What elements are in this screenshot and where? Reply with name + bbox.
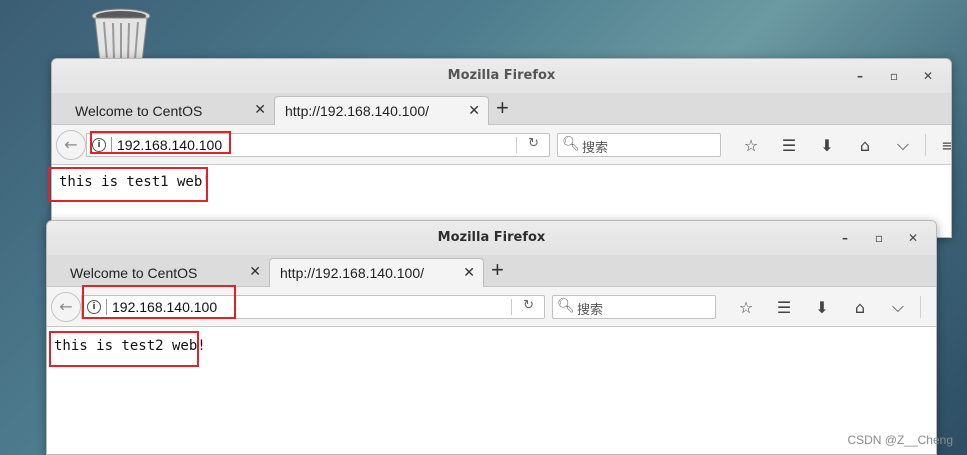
close-tab-icon[interactable]: ✕ (468, 102, 480, 119)
new-tab-button[interactable]: + (491, 257, 504, 283)
search-input[interactable]: 🔍︎ 搜索 (552, 295, 716, 319)
divider (516, 137, 517, 153)
pocket-icon[interactable]: ⌵ (879, 297, 917, 317)
home-icon[interactable]: ⌂ (841, 298, 879, 317)
toolbar-icons: ☆ ☰ ⬇ ⌂ ⌵ ≡ (732, 125, 951, 165)
minimize-button[interactable]: – (828, 221, 862, 255)
pocket-icon[interactable]: ⌵ (884, 135, 922, 155)
reading-list-icon[interactable]: ☰ (765, 298, 803, 317)
search-placeholder: 搜索 (577, 303, 604, 318)
minimize-button[interactable]: – (843, 59, 877, 93)
title-bar[interactable]: Mozilla Firefox – ▫ ✕ (47, 221, 936, 255)
bookmark-star-icon[interactable]: ☆ (732, 136, 770, 155)
tab-welcome-centos[interactable]: Welcome to CentOS ✕ (47, 258, 269, 287)
divider (511, 299, 512, 315)
address-bar[interactable]: i 192.168.140.100 ↻ (81, 295, 545, 319)
tab-label: Welcome to CentOS (70, 264, 198, 281)
close-tab-icon[interactable]: ✕ (463, 264, 475, 281)
window-title: Mozilla Firefox (447, 68, 556, 83)
search-icon: 🔍︎ (562, 136, 580, 152)
maximize-button[interactable]: ▫ (877, 59, 911, 93)
title-bar[interactable]: Mozilla Firefox – ▫ ✕ (52, 59, 951, 93)
info-icon[interactable]: i (92, 138, 106, 152)
divider (106, 299, 107, 315)
divider (925, 134, 926, 156)
browser-window-2: Mozilla Firefox – ▫ ✕ Welcome to CentOS … (46, 220, 937, 455)
address-text[interactable]: 192.168.140.100 (112, 299, 217, 315)
trash-icon[interactable] (90, 6, 152, 62)
bookmark-star-icon[interactable]: ☆ (727, 298, 765, 317)
download-arrow-icon[interactable]: ⬇ (808, 136, 846, 155)
maximize-button[interactable]: ▫ (862, 221, 896, 255)
download-arrow-icon[interactable]: ⬇ (803, 298, 841, 317)
reading-list-icon[interactable]: ☰ (770, 136, 808, 155)
watermark: CSDN @Z__Cheng (847, 433, 953, 447)
toolbar-icons: ☆ ☰ ⬇ ⌂ ⌵ ≡ (727, 287, 936, 327)
new-tab-button[interactable]: + (496, 95, 509, 121)
home-icon[interactable]: ⌂ (846, 136, 884, 155)
close-button[interactable]: ✕ (896, 221, 930, 255)
page-content: this is test2 web! (47, 327, 936, 454)
search-placeholder: 搜索 (582, 141, 609, 156)
browser-window-1: Mozilla Firefox – ▫ ✕ Welcome to CentOS … (51, 58, 952, 238)
search-input[interactable]: 🔍︎ 搜索 (557, 133, 721, 157)
divider (920, 296, 921, 318)
reload-icon[interactable]: ↻ (528, 136, 539, 151)
back-arrow-icon[interactable]: ← (51, 292, 81, 322)
window-controls: – ▫ ✕ (828, 221, 930, 255)
address-text[interactable]: 192.168.140.100 (117, 137, 222, 153)
page-text: this is test1 web! (59, 174, 211, 190)
menu-hamburger-icon[interactable]: ≡ (924, 298, 936, 317)
divider (111, 137, 112, 153)
window-controls: – ▫ ✕ (843, 59, 945, 93)
tab-label: http://192.168.140.100/ (280, 265, 425, 281)
tab-bar: Welcome to CentOS ✕ http://192.168.140.1… (52, 93, 951, 125)
address-bar[interactable]: i 192.168.140.100 ↻ (86, 133, 550, 157)
close-button[interactable]: ✕ (911, 59, 945, 93)
tab-bar: Welcome to CentOS ✕ http://192.168.140.1… (47, 255, 936, 287)
tab-welcome-centos[interactable]: Welcome to CentOS ✕ (52, 96, 274, 125)
tab-label: Welcome to CentOS (75, 102, 203, 119)
reload-icon[interactable]: ↻ (523, 298, 534, 313)
page-text: this is test2 web! (54, 338, 206, 354)
close-tab-icon[interactable]: ✕ (249, 263, 261, 280)
close-tab-icon[interactable]: ✕ (254, 101, 266, 118)
tab-label: http://192.168.140.100/ (285, 103, 430, 119)
tab-active-url[interactable]: http://192.168.140.100/ ✕ (269, 258, 484, 287)
navigation-toolbar: ← i 192.168.140.100 ↻ 🔍︎ 搜索 ☆ ☰ ⬇ ⌂ ⌵ ≡ (47, 287, 936, 327)
back-arrow-icon[interactable]: ← (56, 130, 86, 160)
menu-hamburger-icon[interactable]: ≡ (929, 136, 951, 155)
window-title: Mozilla Firefox (437, 230, 546, 245)
info-icon[interactable]: i (87, 300, 101, 314)
navigation-toolbar: ← i 192.168.140.100 ↻ 🔍︎ 搜索 ☆ ☰ ⬇ ⌂ ⌵ ≡ (52, 125, 951, 165)
search-icon: 🔍︎ (557, 298, 575, 314)
tab-active-url[interactable]: http://192.168.140.100/ ✕ (274, 96, 489, 125)
